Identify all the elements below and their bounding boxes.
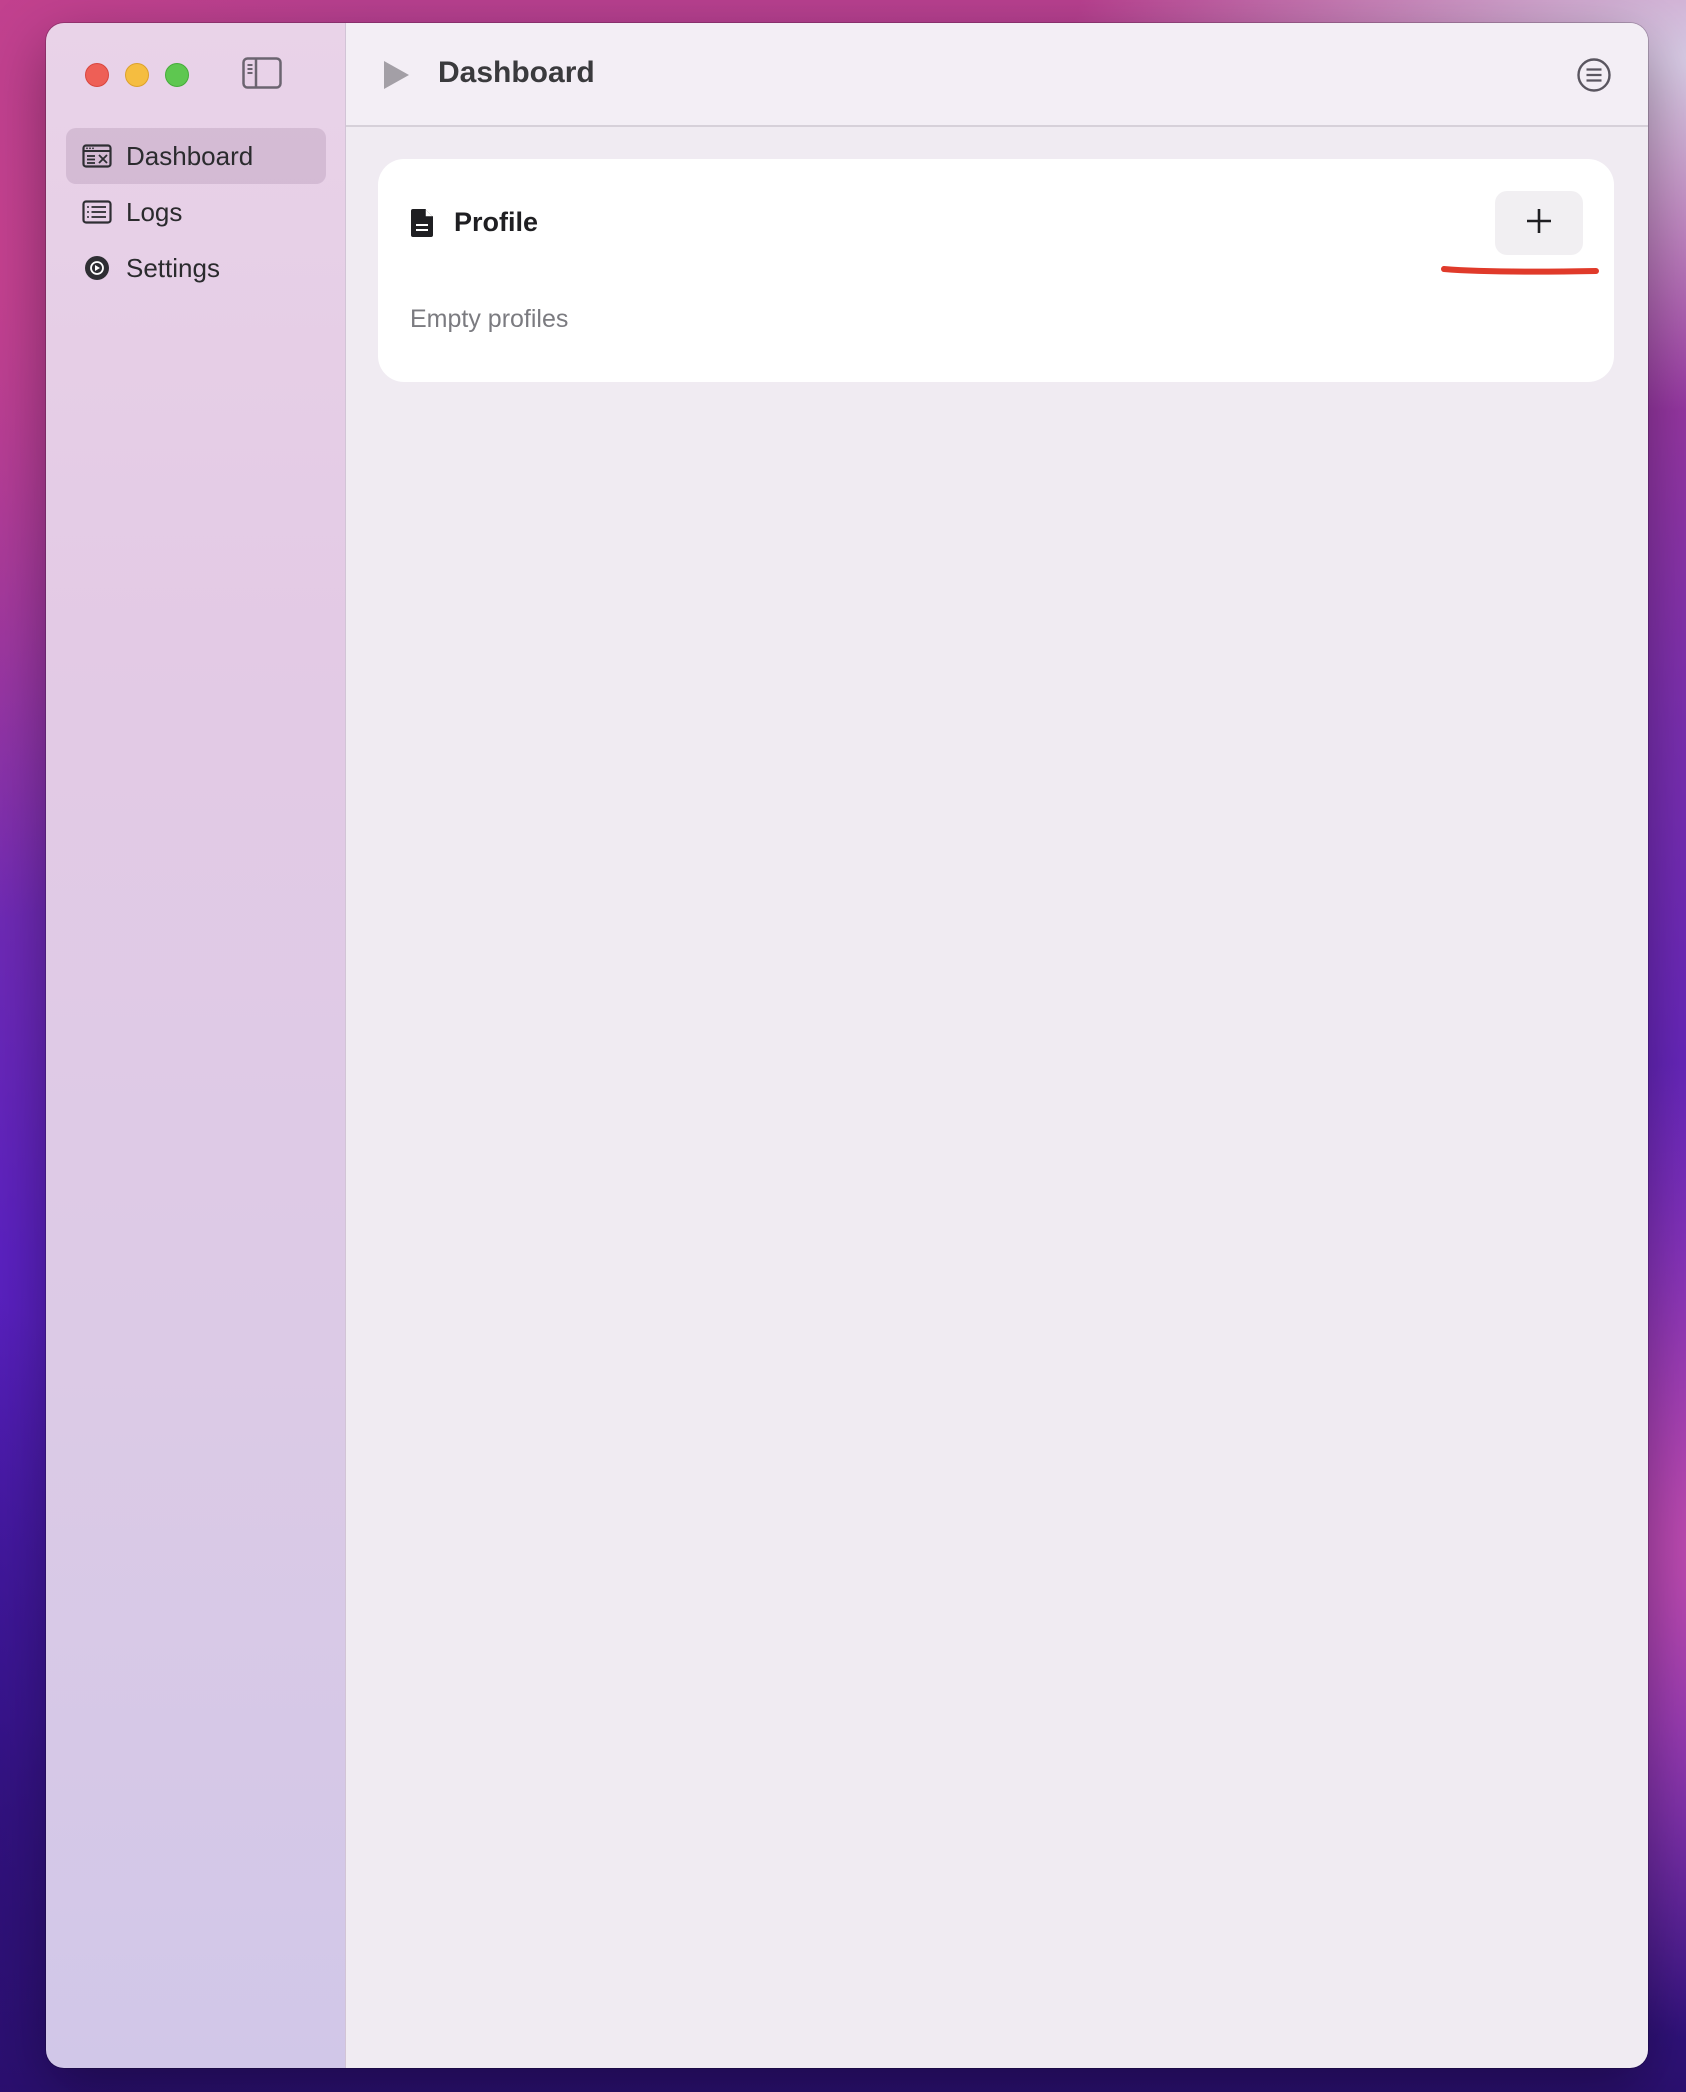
profile-card: Profile Empty profiles	[378, 159, 1614, 382]
page-title: Dashboard	[438, 56, 595, 89]
profile-card-title: Profile	[454, 207, 539, 237]
zoom-window-button[interactable]	[165, 63, 189, 87]
sidebar-nav: Dashboard Logs Settings	[66, 128, 326, 296]
app-window: Dashboard Logs Settings Dashboard Profil…	[46, 23, 1648, 2068]
sidebar-item-dashboard[interactable]: Dashboard	[66, 128, 326, 184]
add-profile-button[interactable]	[1495, 191, 1583, 255]
sidebar-item-settings[interactable]: Settings	[66, 240, 326, 296]
minimize-window-button[interactable]	[125, 63, 149, 87]
close-window-button[interactable]	[85, 63, 109, 87]
sidebar-item-label: Dashboard	[126, 140, 254, 171]
document-icon	[410, 208, 434, 238]
sidebar-toggle-icon[interactable]	[242, 57, 282, 89]
play-icon[interactable]	[382, 60, 410, 90]
sidebar: Dashboard Logs Settings	[46, 23, 346, 2068]
window-controls	[85, 63, 189, 87]
plus-icon	[1525, 207, 1553, 240]
sidebar-item-logs[interactable]: Logs	[66, 184, 326, 240]
settings-icon	[82, 255, 112, 281]
list-menu-icon[interactable]	[1576, 57, 1612, 93]
logs-icon	[82, 199, 112, 225]
sidebar-item-label: Logs	[126, 196, 183, 227]
empty-profiles-text: Empty profiles	[410, 305, 569, 333]
annotation-underline	[1440, 263, 1600, 277]
toolbar: Dashboard	[346, 23, 1648, 127]
dashboard-icon	[82, 143, 112, 169]
main-content: Dashboard Profile Empty profiles	[346, 23, 1648, 2068]
profile-card-header: Profile	[410, 207, 538, 238]
sidebar-item-label: Settings	[126, 252, 220, 283]
